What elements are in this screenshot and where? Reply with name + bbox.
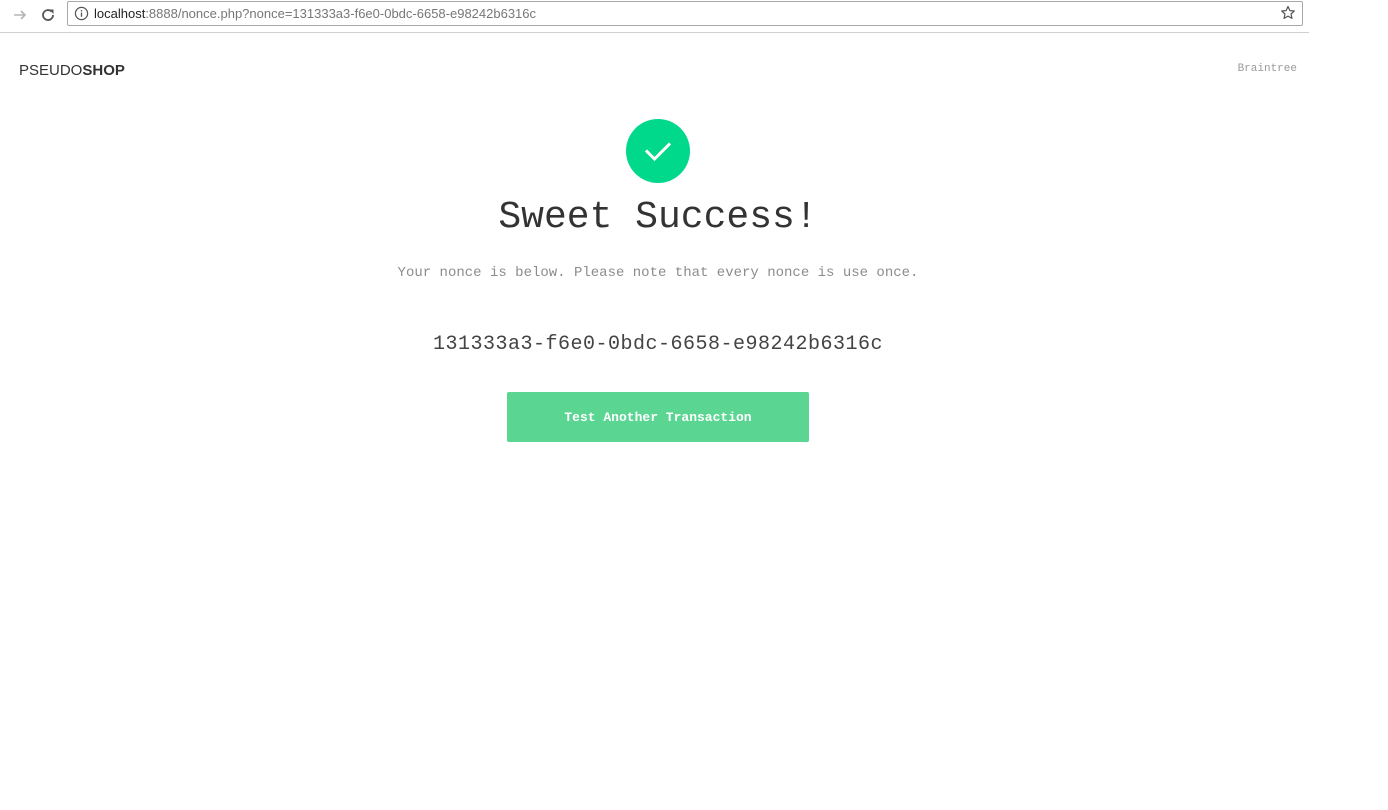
reload-button[interactable]: [37, 5, 59, 25]
page-subtitle: Your nonce is below. Please note that ev…: [397, 265, 919, 281]
forward-button[interactable]: [9, 5, 31, 25]
reload-icon: [42, 9, 54, 21]
forward-arrow-icon: [14, 10, 27, 20]
page-title: Sweet Success!: [498, 196, 818, 239]
browser-toolbar: localhost:8888/nonce.php?nonce=131333a3-…: [0, 0, 1309, 33]
page-content: PSEUDOSHOP Braintree Sweet Success! Your…: [0, 33, 1309, 810]
brand-bold: SHOP: [82, 62, 125, 79]
checkmark-icon: [644, 142, 672, 162]
nonce-value: 131333a3-f6e0-0bdc-6658-e98242b6316c: [432, 333, 884, 356]
braintree-link[interactable]: Braintree: [1238, 63, 1297, 75]
brand-logo[interactable]: PSEUDOSHOP: [19, 62, 125, 79]
url-text[interactable]: localhost:8888/nonce.php?nonce=131333a3-…: [94, 6, 536, 21]
url-path: :8888/nonce.php?nonce=131333a3-f6e0-0bdc…: [145, 6, 537, 21]
star-icon[interactable]: [1280, 5, 1296, 21]
info-icon[interactable]: [74, 6, 89, 21]
brand-light: PSEUDO: [19, 62, 83, 79]
address-bar[interactable]: localhost:8888/nonce.php?nonce=131333a3-…: [67, 1, 1303, 26]
url-host: localhost: [94, 6, 146, 21]
test-another-transaction-button[interactable]: Test Another Transaction: [507, 392, 809, 442]
success-badge: [626, 119, 690, 183]
